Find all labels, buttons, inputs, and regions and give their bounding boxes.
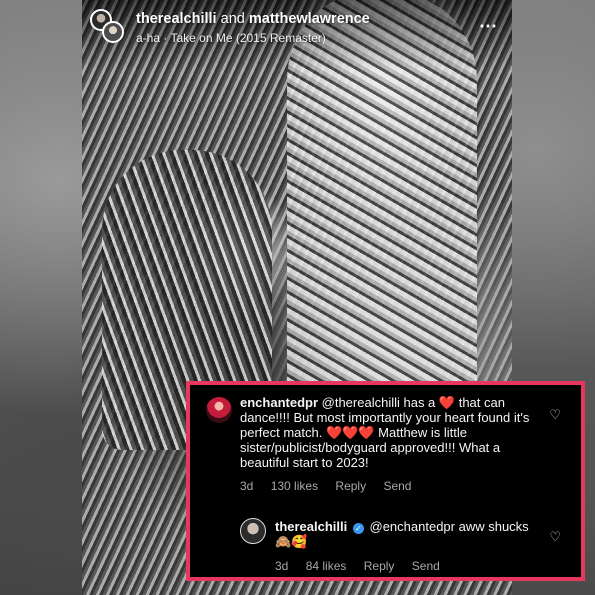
comment-text: enchantedpr @therealchilli has a ❤️ that… — [240, 395, 540, 470]
like-heart-icon[interactable]: ♡ — [549, 529, 561, 545]
comment-age: 3d — [275, 559, 289, 573]
comment-meta: 3d 84 likes Reply Send — [275, 559, 454, 573]
heart-emoji: ❤️ — [438, 395, 456, 410]
comment-body: @enchantedpr aww shucks — [369, 519, 529, 534]
comment-username[interactable]: enchantedpr — [240, 395, 318, 410]
reply-button[interactable]: Reply — [364, 559, 395, 573]
reply-button[interactable]: Reply — [335, 479, 366, 493]
send-button[interactable]: Send — [412, 559, 440, 573]
avatar[interactable] — [240, 518, 266, 544]
verified-badge-icon: ✓ — [352, 523, 364, 534]
comment-likes[interactable]: 130 likes — [271, 479, 318, 493]
more-options-icon[interactable]: ⋯ — [479, 16, 498, 37]
username-link[interactable]: matthewlawrence — [249, 11, 370, 27]
comment-age: 3d — [240, 479, 254, 493]
emoji-text: 🙈🥰 — [275, 534, 308, 549]
username-link[interactable]: therealchilli — [136, 11, 217, 27]
send-button[interactable]: Send — [383, 479, 411, 493]
comment-text: therealchilli ✓ @enchantedpr aww shucks … — [275, 519, 545, 549]
audio-track-link[interactable]: a-ha · Take on Me (2015 Remaster) — [136, 31, 326, 45]
comments-highlight-box: enchantedpr @therealchilli has a ❤️ that… — [186, 381, 585, 581]
post-usernames: therealchilli and matthewlawrence — [136, 11, 370, 27]
comment-username[interactable]: therealchilli — [275, 519, 347, 534]
hearts-emoji: ❤️❤️❤️ — [325, 425, 375, 440]
comment-body-part: @therealchilli has a — [321, 395, 439, 410]
collab-avatars[interactable] — [90, 9, 126, 45]
comment-likes[interactable]: 84 likes — [306, 559, 347, 573]
post-header: therealchilli and matthewlawrence a-ha ·… — [88, 6, 508, 48]
like-heart-icon[interactable]: ♡ — [549, 407, 561, 423]
conjunction-text: and — [220, 11, 245, 27]
avatar[interactable] — [102, 21, 124, 43]
avatar[interactable] — [206, 397, 232, 423]
comment-meta: 3d 130 likes Reply Send — [240, 479, 425, 493]
